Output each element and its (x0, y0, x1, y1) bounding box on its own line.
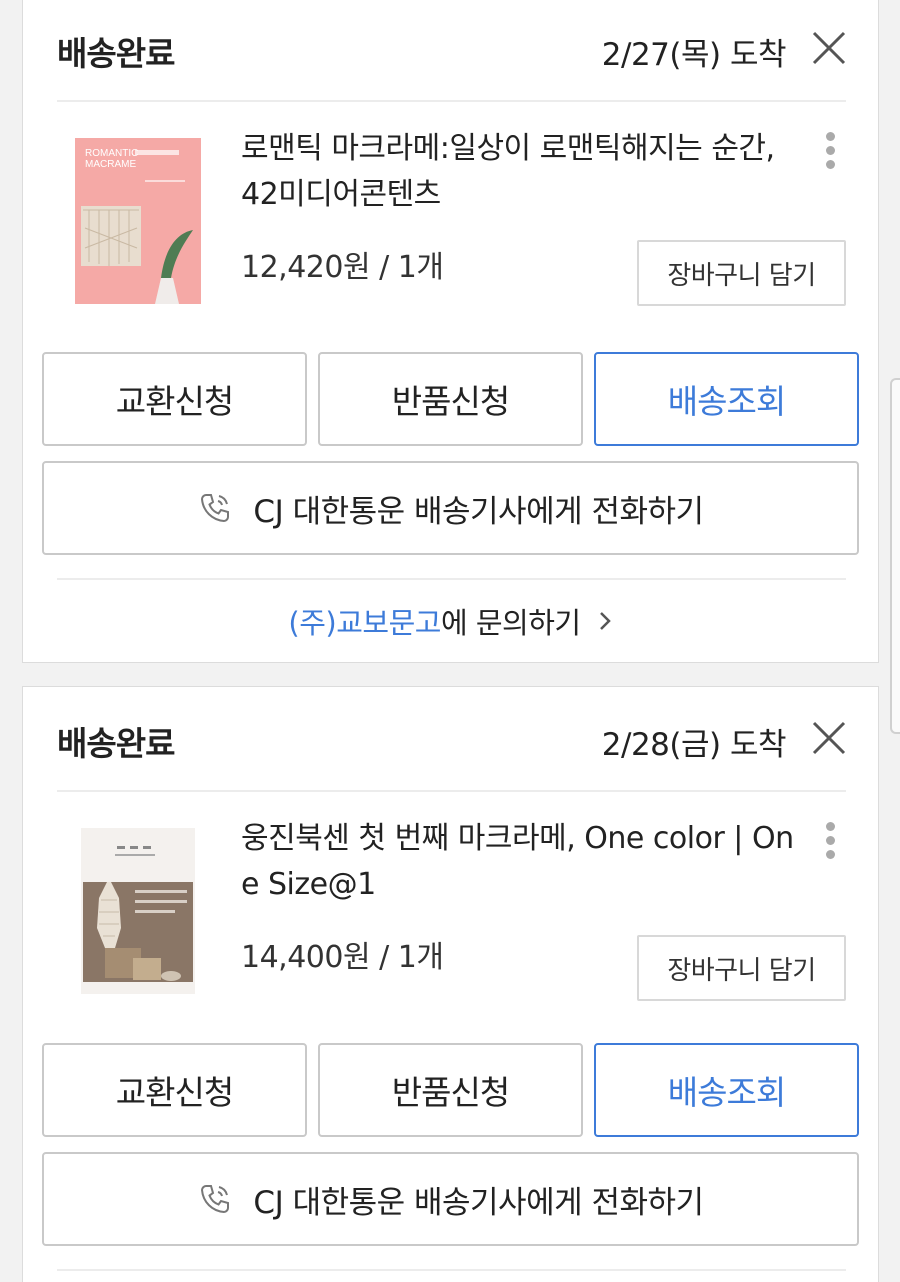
add-to-cart-button[interactable]: 장바구니 담기 (637, 240, 846, 306)
inquiry-label: 에 문의하기 (440, 606, 581, 640)
call-courier-button[interactable]: CJ 대한통운 배송기사에게 전화하기 (42, 461, 859, 555)
product-row: ROMANTIC MACRAME 로맨틱 마크라메:일상이 로맨틱해지는 순간,… (23, 102, 878, 342)
close-icon[interactable] (810, 719, 848, 757)
order-card-header: 배송완료 2/27(목) 도착 (23, 0, 878, 101)
track-delivery-button[interactable]: 배송조회 (594, 352, 859, 446)
product-thumbnail[interactable] (75, 828, 201, 994)
call-courier-button[interactable]: CJ 대한통운 배송기사에게 전화하기 (42, 1152, 859, 1246)
close-icon[interactable] (810, 29, 848, 67)
return-button[interactable]: 반품신청 (318, 352, 583, 446)
product-price: 12,420원 / 1개 (241, 250, 444, 285)
track-delivery-button[interactable]: 배송조회 (594, 1043, 859, 1137)
divider (57, 578, 846, 580)
phone-icon (201, 1185, 230, 1214)
product-row: 웅진북센 첫 번째 마크라메, One color | One Size@1 1… (23, 792, 878, 1032)
cover-title-line1: ROMANTIC (85, 148, 138, 159)
product-title[interactable]: 로맨틱 마크라메:일상이 로맨틱해지는 순간, 42미디어콘텐츠 (241, 126, 801, 218)
product-price: 14,400원 / 1개 (241, 940, 444, 975)
order-card: 배송완료 2/28(금) 도착 웅진북센 첫 번째 마크라메, One colo… (22, 686, 879, 1282)
more-vertical-icon[interactable] (822, 132, 838, 172)
seller-name: (주)교보문고 (288, 606, 441, 640)
delivery-status: 배송완료 (57, 724, 175, 763)
divider (57, 1269, 846, 1271)
chevron-right-icon (599, 612, 611, 630)
exchange-button[interactable]: 교환신청 (42, 1043, 307, 1137)
cover-title-line2: MACRAME (85, 159, 136, 170)
add-to-cart-button[interactable]: 장바구니 담기 (637, 935, 846, 1001)
order-card: 배송완료 2/27(목) 도착 ROMANTIC MACRAME 로맨틱 마크라… (22, 0, 879, 663)
return-button[interactable]: 반품신청 (318, 1043, 583, 1137)
call-courier-label: CJ 대한통운 배송기사에게 전화하기 (253, 493, 704, 530)
call-courier-label: CJ 대한통운 배송기사에게 전화하기 (253, 1184, 704, 1221)
more-vertical-icon[interactable] (822, 822, 838, 862)
order-card-header: 배송완료 2/28(금) 도착 (23, 687, 878, 791)
product-thumbnail[interactable]: ROMANTIC MACRAME (75, 138, 201, 304)
arrival-date: 2/28(금) 도착 (601, 727, 787, 763)
order-actions: 교환신청 반품신청 배송조회 (42, 352, 859, 446)
phone-icon (201, 494, 230, 523)
order-actions: 교환신청 반품신청 배송조회 (42, 1043, 859, 1137)
delivery-status: 배송완료 (57, 34, 175, 73)
scrollbar[interactable] (890, 378, 900, 734)
product-title[interactable]: 웅진북센 첫 번째 마크라메, One color | One Size@1 (241, 816, 801, 908)
arrival-date: 2/27(목) 도착 (601, 37, 787, 73)
seller-inquiry-link[interactable]: (주)교보문고 에 문의하기 (23, 599, 878, 643)
exchange-button[interactable]: 교환신청 (42, 352, 307, 446)
